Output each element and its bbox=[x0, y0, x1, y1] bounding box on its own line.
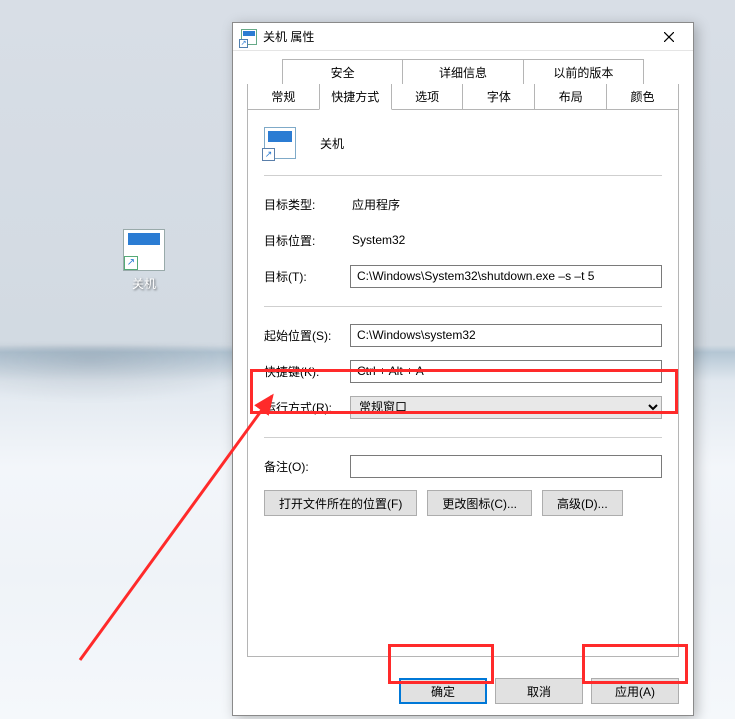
target-label: 目标(T): bbox=[264, 268, 350, 285]
separator bbox=[264, 306, 662, 307]
target-type-value: 应用程序 bbox=[350, 196, 662, 213]
tab-colors[interactable]: 颜色 bbox=[606, 84, 679, 110]
target-input[interactable] bbox=[350, 265, 662, 288]
target-location-value: System32 bbox=[350, 233, 662, 247]
tab-details[interactable]: 详细信息 bbox=[402, 59, 523, 85]
ok-button[interactable]: 确定 bbox=[399, 678, 487, 704]
tab-previous-versions[interactable]: 以前的版本 bbox=[523, 59, 644, 85]
desktop-shortcut-label: 关机 bbox=[108, 275, 180, 292]
start-in-input[interactable] bbox=[350, 324, 662, 347]
tab-layout[interactable]: 布局 bbox=[534, 84, 607, 110]
apply-button[interactable]: 应用(A) bbox=[591, 678, 679, 704]
shortcut-arrow-icon: ↗ bbox=[124, 256, 138, 270]
shortcut-key-input[interactable] bbox=[350, 360, 662, 383]
separator bbox=[264, 437, 662, 438]
tab-shortcut[interactable]: 快捷方式 bbox=[319, 84, 392, 110]
tabs: 安全 详细信息 以前的版本 常规 快捷方式 选项 字体 布局 颜色 bbox=[247, 59, 679, 110]
titlebar-icon: ↗ bbox=[241, 29, 257, 45]
shortcut-icon: ↗ bbox=[123, 229, 165, 271]
start-in-label: 起始位置(S): bbox=[264, 327, 350, 344]
tab-panel-shortcut: ↗ 关机 目标类型: 应用程序 目标位置: System32 目标(T): 起始… bbox=[247, 109, 679, 657]
shortcut-large-icon: ↗ bbox=[264, 127, 296, 159]
window-title: 关机 属性 bbox=[263, 28, 646, 45]
shortcut-name: 关机 bbox=[320, 135, 344, 152]
close-button[interactable] bbox=[646, 23, 691, 51]
run-label: 运行方式(R): bbox=[264, 399, 350, 416]
open-file-location-button[interactable]: 打开文件所在的位置(F) bbox=[264, 490, 417, 516]
tab-general[interactable]: 常规 bbox=[247, 84, 320, 110]
dialog-footer: 确定 取消 应用(A) bbox=[233, 667, 693, 715]
run-select[interactable]: 常规窗口 bbox=[350, 396, 662, 419]
cancel-button[interactable]: 取消 bbox=[495, 678, 583, 704]
properties-dialog: ↗ 关机 属性 安全 详细信息 以前的版本 常规 快捷方式 选项 字体 布局 颜… bbox=[232, 22, 694, 716]
desktop-shortcut-shutdown[interactable]: ↗ 关机 bbox=[108, 229, 180, 292]
separator bbox=[264, 175, 662, 176]
comment-input[interactable] bbox=[350, 455, 662, 478]
tab-font[interactable]: 字体 bbox=[462, 84, 535, 110]
tab-security[interactable]: 安全 bbox=[282, 59, 403, 85]
close-icon bbox=[664, 32, 674, 42]
comment-label: 备注(O): bbox=[264, 458, 350, 475]
change-icon-button[interactable]: 更改图标(C)... bbox=[427, 490, 532, 516]
tab-options[interactable]: 选项 bbox=[391, 84, 464, 110]
shortcut-key-label: 快捷键(K): bbox=[264, 363, 350, 380]
target-location-label: 目标位置: bbox=[264, 232, 350, 249]
advanced-button[interactable]: 高级(D)... bbox=[542, 490, 623, 516]
target-type-label: 目标类型: bbox=[264, 196, 350, 213]
titlebar[interactable]: ↗ 关机 属性 bbox=[233, 23, 693, 51]
